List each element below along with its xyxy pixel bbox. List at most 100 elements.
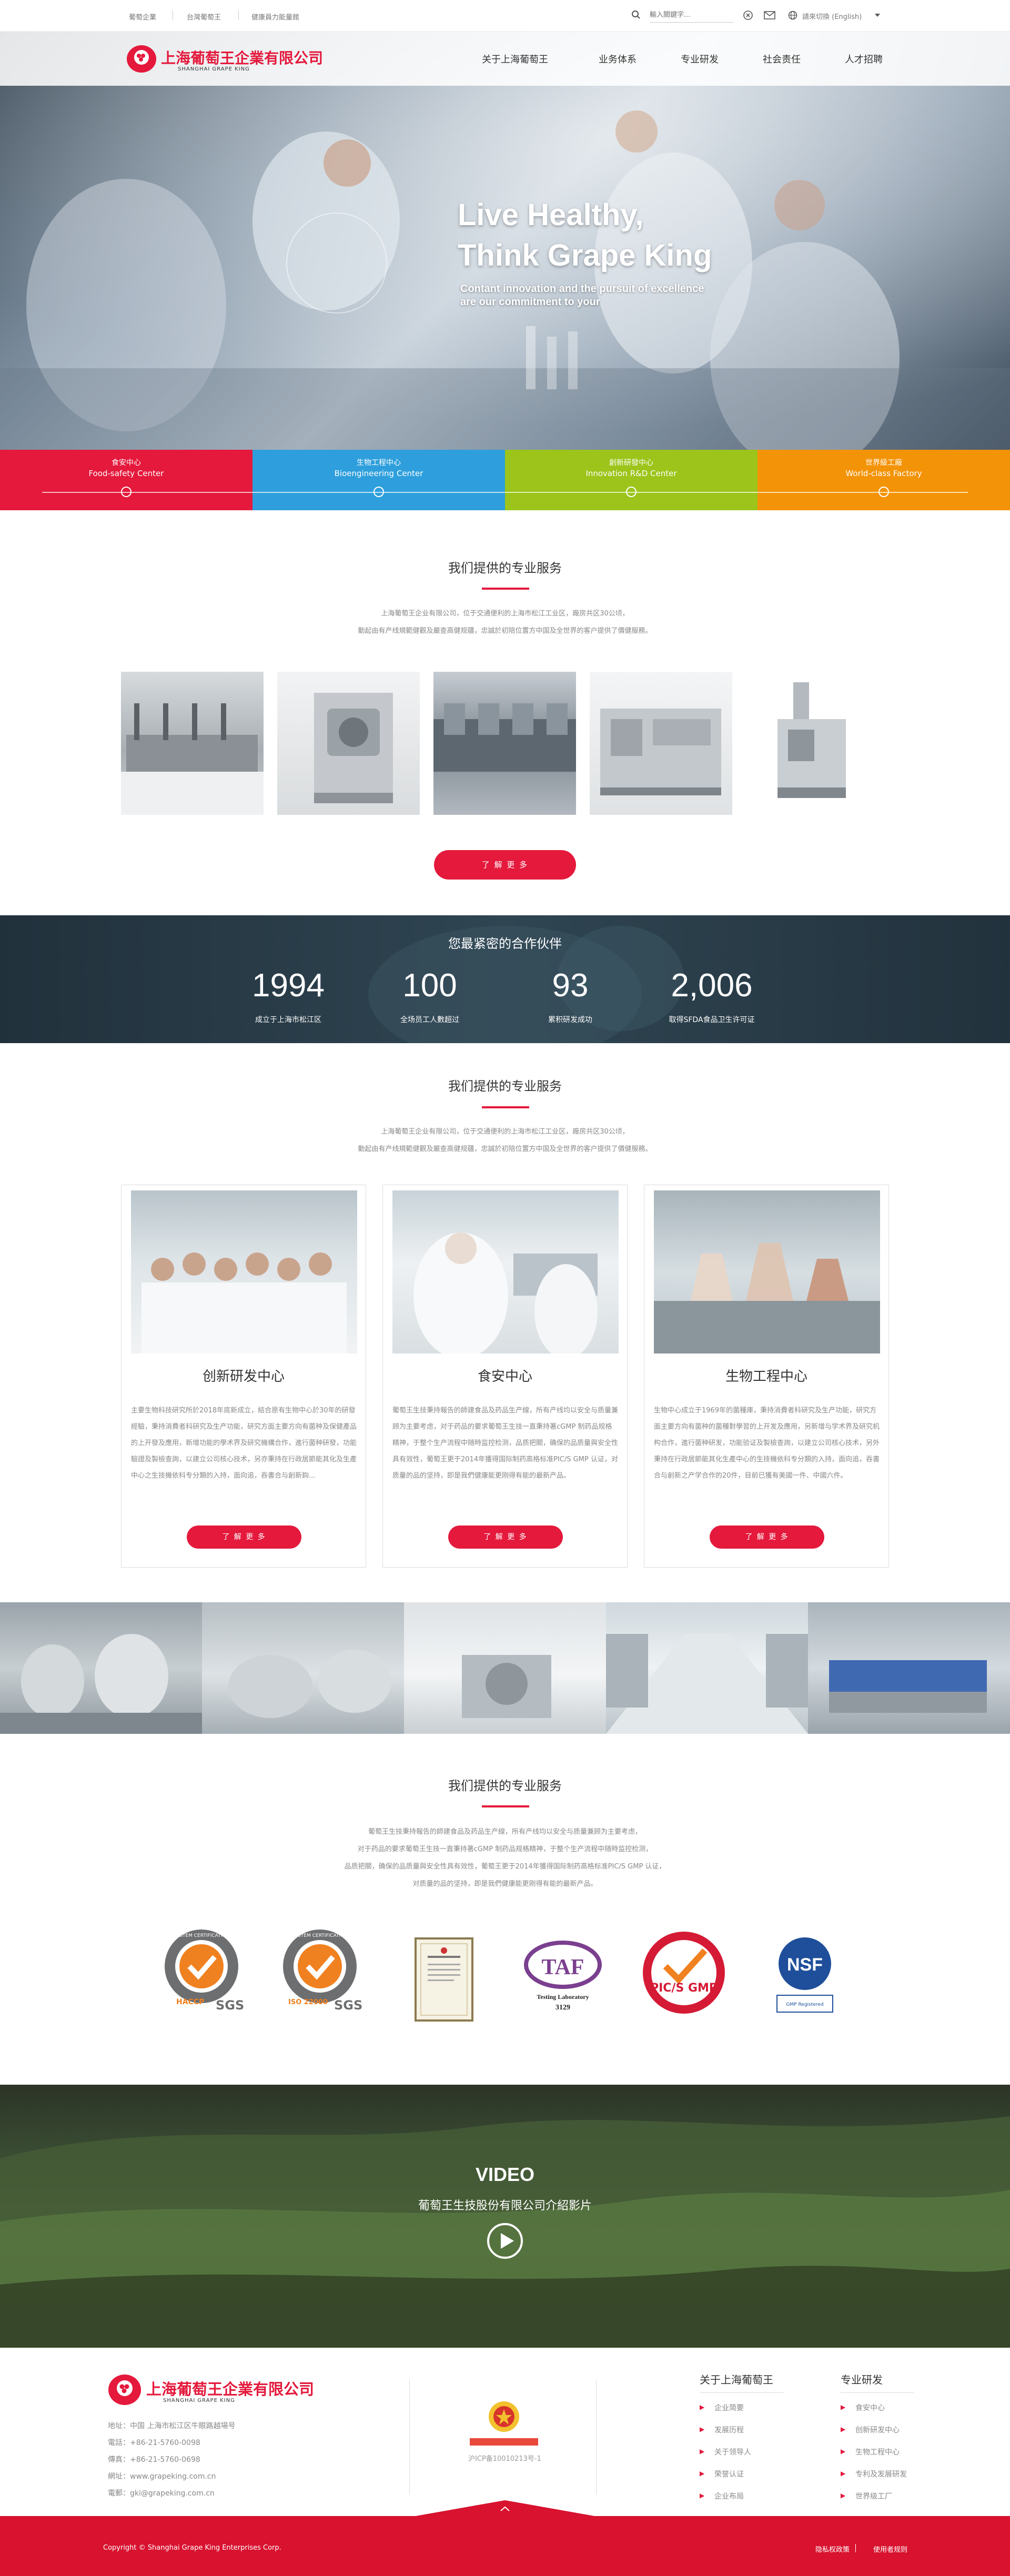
footer-link[interactable]: 专利及发展研发 (855, 2469, 907, 2479)
arrow-right-icon: ▶ (700, 2470, 705, 2477)
footer-link[interactable]: 生物工程中心 (855, 2447, 900, 2457)
cert-name: HACCP (176, 1998, 204, 2006)
center-more-button[interactable]: 了 解 更 多 (187, 1526, 301, 1549)
icp-number[interactable]: 沪ICP备10010213号-1 (468, 2453, 541, 2463)
privacy-link[interactable]: 隐私权政策 (815, 2544, 850, 2554)
stat-label: 取得SFDA食品卫生许可证 (669, 1016, 755, 1024)
cert-sub: GMP Registered (786, 2002, 823, 2007)
center-card-title: 生物工程中心 (725, 1369, 807, 1385)
cert-name: ISO 22000 (288, 1998, 328, 2006)
nav-careers[interactable]: 人才招聘 (845, 52, 883, 66)
haccp-sgs-certification-icon: SYSTEM CERTIFICATION HACCP SGS (165, 1930, 244, 2013)
footer-link[interactable]: 企业简要 (714, 2402, 744, 2413)
mail-icon[interactable] (764, 11, 775, 19)
services-desc-line1: 上海葡萄王企业有限公司，位于交通便利的上海市松江工业区，廠房共区30公顷， (381, 610, 629, 618)
cert-ring-text: SYSTEM CERTIFICATION (174, 1933, 229, 1938)
chevron-down-icon[interactable] (875, 14, 880, 17)
footer-website[interactable]: 網址：www.grapeking.com.cn (108, 2471, 216, 2481)
product-image-coating-machine[interactable] (277, 672, 420, 815)
center-card-text: 葡萄王生技秉持報告的師建食品及药品生产線，所有产线均以安全与质量兼顾为主要考虑，… (392, 1407, 619, 1480)
topbar-link-taiwan[interactable]: 台灣葡萄王 (187, 12, 221, 22)
stat-label: 累积研发成功 (548, 1016, 592, 1024)
centers-desc-line2: 動起由有产线規範健觀及嚴查高健规疆，忠誠於初陪位置方中国及全世界的客户提供了價健… (358, 1145, 652, 1153)
tab-factory[interactable]: 世界級工廠 World-class Factory (758, 450, 1010, 510)
center-card-innovation: 创新研发中心 主要生物科技研究所於2018年底新成立，結合原有生物中心於30年的… (121, 1185, 366, 1568)
stat-value: 93 (552, 967, 589, 1004)
factory-photo-reactors (202, 1602, 404, 1734)
footer-col1-title: 关于上海葡萄王 (700, 2373, 773, 2386)
cert-name: TAF (542, 1955, 584, 1979)
topbar-link-grapeking[interactable]: 葡萄企業 (129, 12, 156, 22)
tab-bioengineering[interactable]: 生物工程中心 Bioengineering Center (252, 450, 505, 510)
clear-icon[interactable] (743, 10, 753, 21)
nsf-gmp-certification-icon: NSF GMP Registered (776, 1937, 833, 2013)
footer-link[interactable]: 荣誉认证 (714, 2469, 744, 2479)
hero-title-line2: Think Grape King (458, 238, 712, 272)
stat-value: 100 (402, 967, 457, 1004)
stat-label: 成立于上海市松江区 (255, 1016, 321, 1024)
footer-fax: 傳真：+86-21-5760-0698 (108, 2456, 200, 2464)
footer-email[interactable]: 電郵：gki@grapeking.com.cn (108, 2488, 215, 2498)
tab-label-zh: 世界級工廠 (865, 459, 902, 467)
logo-text[interactable]: 上海葡萄王企業有限公司 (161, 47, 323, 68)
center-more-button[interactable]: 了 解 更 多 (448, 1526, 563, 1549)
footer-phone: 電話：+86-21-5760-0098 (108, 2439, 200, 2447)
footer-logo-icon[interactable] (108, 2374, 142, 2406)
center-photo-flasks (654, 1190, 880, 1353)
nav-about[interactable]: 关于上海葡萄王 (482, 52, 548, 66)
factory-photo-mixer (404, 1602, 606, 1734)
product-image-filling-machine[interactable] (121, 672, 264, 815)
tab-label-zh: 創新研發中心 (609, 459, 653, 467)
footer-link[interactable]: 企业布局 (714, 2491, 744, 2501)
cert-tag: SGS (216, 1998, 244, 2013)
nav-business[interactable]: 业务体系 (599, 52, 637, 66)
footer-link[interactable]: 关于领导人 (714, 2447, 751, 2457)
footer-link[interactable]: 世界级工厂 (855, 2491, 892, 2501)
footer-link[interactable]: 发展历程 (714, 2425, 744, 2435)
product-image-packaging-line[interactable] (433, 672, 576, 815)
center-card-title: 食安中心 (477, 1369, 532, 1385)
arrow-right-icon: ▶ (841, 2426, 846, 2433)
footer-divider (409, 2379, 410, 2495)
grape-king-logo-icon[interactable] (126, 45, 157, 74)
services-more-button[interactable]: 了 解 更 多 (434, 850, 576, 880)
search-input[interactable] (650, 8, 734, 23)
back-to-top-tab[interactable] (416, 2500, 594, 2516)
footer-logo-text: 上海葡萄王企業有限公司 (146, 2380, 315, 2398)
search-icon[interactable] (631, 10, 641, 19)
nav-social[interactable]: 社会责任 (763, 52, 801, 66)
arrow-right-icon: ▶ (700, 2492, 705, 2499)
footer-col-rule (841, 2392, 914, 2393)
footer-link[interactable]: 创新研发中心 (855, 2425, 900, 2435)
terms-link[interactable]: 使用者规则 (873, 2544, 907, 2554)
center-card-title: 创新研发中心 (202, 1369, 285, 1385)
video-label: VIDEO (475, 2164, 535, 2185)
play-video-button[interactable] (487, 2223, 523, 2259)
hero-subtitle-line1: Contant innovation and the pursuit of ex… (460, 283, 704, 295)
tab-label-en: Bioengineering Center (334, 469, 423, 478)
footer-link[interactable]: 食安中心 (855, 2402, 885, 2413)
stat-label: 全场员工人數超过 (400, 1016, 459, 1024)
product-image-blister-machine[interactable] (590, 672, 732, 815)
certs-desc-line: 品质把關，确保的品质量與安全性具有效性，葡萄王更于2014年獲得国际制药高格标准… (344, 1863, 666, 1871)
tab-food-safety[interactable]: 食安中心 Food-safety Center (0, 450, 252, 510)
footer-address: 地址：中国 上海市松江区牛眼路越場号 (108, 2422, 236, 2430)
center-card-text: 主要生物科技研究所於2018年底新成立，結合原有生物中心於30年的研發經驗，秉持… (131, 1407, 357, 1480)
tab-innovation[interactable]: 創新研發中心 Innovation R&D Center (505, 450, 758, 510)
arrow-right-icon: ▶ (841, 2403, 846, 2411)
language-switch[interactable]: 請來切換 (English) (802, 11, 862, 21)
arrow-right-icon: ▶ (700, 2426, 705, 2433)
iso22000-sgs-certification-icon: SYSTEM CERTIFICATION ISO 22000 SGS (283, 1930, 362, 2013)
center-card-text: 生物中心成立于1969年的菌種庫，秉持消費者科研究及生产功能，研究方面主要方向有… (654, 1407, 880, 1480)
center-card-food-safety: 食安中心 葡萄王生技秉持報告的師建食品及药品生产線，所有产线均以安全与质量兼顾为… (382, 1185, 628, 1568)
cert-name: PIC/S GMP (650, 1982, 718, 1995)
footer-divider (596, 2379, 597, 2495)
product-image-sachet-machine[interactable] (746, 672, 888, 815)
nav-rnd[interactable]: 专业研发 (681, 52, 719, 66)
arrow-right-icon: ▶ (841, 2470, 846, 2477)
tab-label-en: Food-safety Center (88, 469, 164, 478)
top-utility-bar: 葡萄企業 台灣葡萄王 健康員力能量館 請來切換 (English) (0, 0, 1010, 32)
center-more-button[interactable]: 了 解 更 多 (710, 1526, 824, 1549)
topbar-link-health[interactable]: 健康員力能量館 (251, 12, 299, 22)
center-card-bioengineering: 生物工程中心 生物中心成立于1969年的菌種庫，秉持消費者科研究及生产功能，研究… (644, 1185, 889, 1568)
